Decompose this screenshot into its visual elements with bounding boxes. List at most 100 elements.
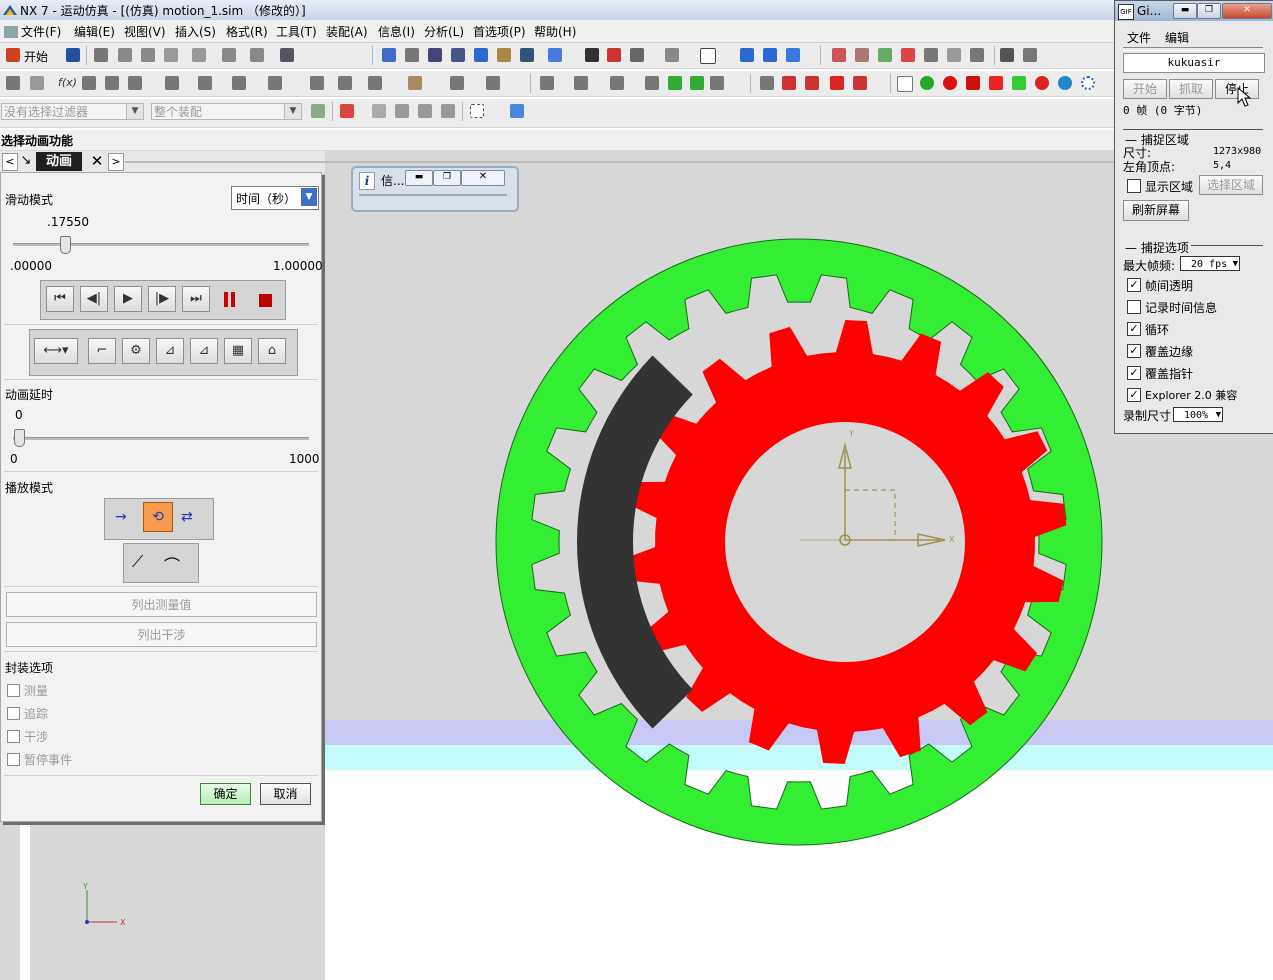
frame-transparent-checkbox[interactable]: ✓ xyxy=(1127,278,1141,292)
body-select-icon[interactable] xyxy=(510,104,524,118)
restore-icon[interactable]: ❐ xyxy=(1197,3,1221,19)
filter-select[interactable]: 没有选择过滤器 ▼ xyxy=(1,103,144,120)
link-icon[interactable] xyxy=(30,76,44,90)
chevron-right-icon[interactable]: > xyxy=(108,153,124,171)
cut-icon[interactable] xyxy=(94,48,108,62)
close-icon[interactable]: ✕ xyxy=(88,152,106,171)
delay-slider-handle[interactable] xyxy=(14,429,25,447)
menu-item-edit[interactable]: 编辑(E) xyxy=(74,23,115,40)
shading-icon[interactable] xyxy=(585,48,599,62)
pause-icon[interactable] xyxy=(224,292,228,307)
pan-icon[interactable] xyxy=(497,48,511,62)
refresh-screen-button[interactable]: 刷新屏幕 xyxy=(1123,200,1189,221)
record-size-select[interactable]: 100% ▼ xyxy=(1173,407,1223,422)
minimize-icon[interactable]: ▬ xyxy=(405,170,433,186)
show-region-checkbox[interactable] xyxy=(1127,179,1141,193)
step-forward-icon[interactable] xyxy=(690,76,704,90)
menu-item-help[interactable]: 帮助(H) xyxy=(534,23,576,40)
ruler-icon[interactable] xyxy=(1000,48,1014,62)
bushing-icon[interactable] xyxy=(198,76,212,90)
marker-icon[interactable] xyxy=(901,48,915,62)
path-icon[interactable]: ⌒ xyxy=(164,552,180,576)
copy-icon[interactable] xyxy=(118,48,132,62)
list-interference-button[interactable]: 列出干涉 xyxy=(6,622,317,647)
trace-checkbox[interactable] xyxy=(7,707,20,720)
zoom-icon[interactable] xyxy=(405,48,419,62)
snap-point-icon[interactable] xyxy=(340,104,354,118)
gif-capture-button[interactable]: 抓取 xyxy=(1169,79,1213,99)
loop-checkbox[interactable]: ✓ xyxy=(1127,322,1141,336)
red-spring-icon[interactable] xyxy=(989,76,1003,90)
envelope-icon[interactable]: ⟋ xyxy=(132,552,143,572)
measure-settings-button[interactable]: ⟷▾ xyxy=(34,338,78,364)
ping-pong-icon[interactable]: ⇄ xyxy=(181,509,193,525)
home-button[interactable]: ⌂ xyxy=(258,338,286,364)
list-measurements-button[interactable]: 列出测量值 xyxy=(6,592,317,617)
curve-icon[interactable] xyxy=(878,48,892,62)
pause-event-checkbox[interactable] xyxy=(7,753,20,766)
angle-icon[interactable] xyxy=(1023,48,1037,62)
driver-icon[interactable] xyxy=(338,76,352,90)
menu-item-analysis[interactable]: 分析(L) xyxy=(424,23,464,40)
close-icon[interactable]: ✕ xyxy=(461,170,505,186)
constraint-icon[interactable] xyxy=(786,48,800,62)
articulation-icon[interactable] xyxy=(540,76,554,90)
arrow-icon[interactable]: ↘ xyxy=(18,153,34,169)
select-region-button[interactable]: 选择区域 xyxy=(1199,175,1263,195)
close-icon[interactable]: ✕ xyxy=(1222,3,1272,19)
last-frame-button[interactable]: ⏭ xyxy=(182,286,210,312)
rotate-icon[interactable] xyxy=(474,48,488,62)
delete-icon[interactable] xyxy=(164,48,178,62)
menu-item-preferences[interactable]: 首选项(P) xyxy=(473,23,526,40)
stop-icon[interactable] xyxy=(259,294,272,307)
ok-button[interactable]: 确定 xyxy=(200,783,251,805)
assembly-nav-icon[interactable] xyxy=(740,48,754,62)
snap-end-icon[interactable] xyxy=(372,104,386,118)
cancel-button[interactable]: 取消 xyxy=(260,783,311,805)
red-marker-icon[interactable] xyxy=(943,76,957,90)
green-marker-icon[interactable] xyxy=(920,76,934,90)
menu-item-format[interactable]: 格式(R) xyxy=(226,23,268,40)
damper-icon[interactable] xyxy=(165,76,179,90)
interference-button[interactable]: ⊿ xyxy=(156,338,184,364)
delay-slider-track[interactable] xyxy=(13,437,309,440)
start-button[interactable]: 开始 xyxy=(24,48,48,65)
red-box-icon[interactable] xyxy=(966,76,980,90)
tab-animation[interactable]: 动画 xyxy=(36,152,82,171)
spring-icon[interactable] xyxy=(128,76,142,90)
trace-icon[interactable] xyxy=(610,76,624,90)
populate-icon[interactable] xyxy=(574,76,588,90)
orient-view-icon[interactable] xyxy=(607,48,621,62)
explorer-compat-checkbox[interactable]: ✓ xyxy=(1127,388,1141,402)
forward-icon[interactable] xyxy=(853,76,867,90)
time-slider-handle[interactable] xyxy=(59,236,71,254)
dotted-ring-icon[interactable] xyxy=(1081,76,1095,90)
gif-menu-file[interactable]: 文件 xyxy=(1127,29,1151,46)
fit-icon[interactable] xyxy=(382,48,396,62)
render-style-icon[interactable] xyxy=(548,48,562,62)
paste-icon[interactable] xyxy=(141,48,155,62)
zoom-in-icon[interactable] xyxy=(451,48,465,62)
step-forward-button[interactable]: |▶ xyxy=(148,286,176,312)
flow-icon[interactable] xyxy=(710,76,724,90)
measure-checkbox[interactable] xyxy=(7,684,20,697)
gif-menu-edit[interactable]: 编辑 xyxy=(1165,29,1189,46)
animation-icon[interactable] xyxy=(760,76,774,90)
function-icon[interactable]: f(x) xyxy=(58,76,77,89)
snap-mid-icon[interactable] xyxy=(395,104,409,118)
play-button[interactable]: ▶ xyxy=(114,286,142,312)
joint-icon[interactable] xyxy=(82,76,96,90)
save-icon[interactable] xyxy=(66,48,80,62)
probe-icon[interactable] xyxy=(924,48,938,62)
package-button[interactable]: ▦ xyxy=(224,338,252,364)
measure-icon[interactable] xyxy=(855,48,869,62)
torque-icon[interactable] xyxy=(310,76,324,90)
explode-button[interactable]: ⚙ xyxy=(122,338,150,364)
solution-icon[interactable] xyxy=(408,76,422,90)
explode-icon[interactable] xyxy=(645,76,659,90)
minimize-icon[interactable]: ▬ xyxy=(1173,3,1197,19)
overlay-edge-checkbox[interactable]: ✓ xyxy=(1127,344,1141,358)
info-window[interactable]: i 信... ▬ ❐ ✕ xyxy=(351,166,519,212)
play-once-icon[interactable]: → xyxy=(115,509,127,525)
repeat-icon[interactable] xyxy=(222,48,236,62)
